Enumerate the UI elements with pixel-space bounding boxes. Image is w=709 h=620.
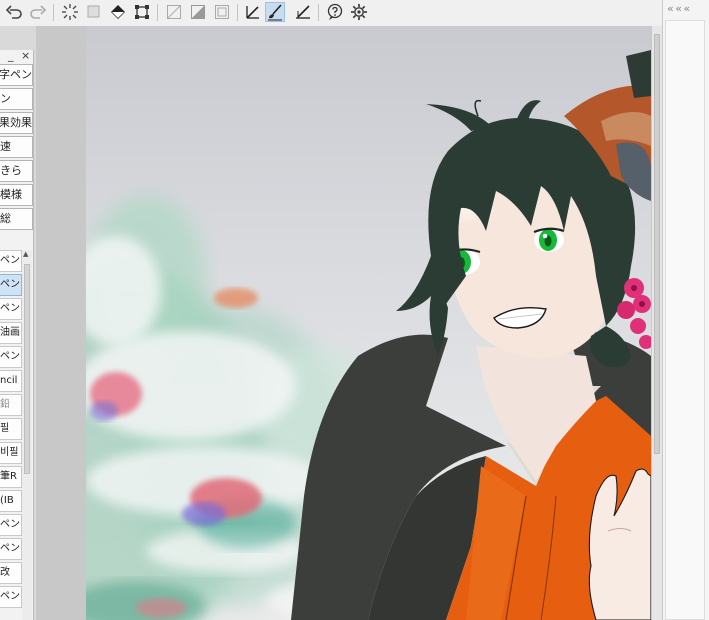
help-button[interactable] xyxy=(325,2,345,22)
bucket-icon xyxy=(111,5,125,19)
pen-icon xyxy=(246,6,259,19)
sub-tool-item[interactable]: ペン xyxy=(0,346,22,368)
ruler-1-button[interactable] xyxy=(164,2,184,22)
canvas-area[interactable] xyxy=(36,26,662,620)
artwork-canvas[interactable] xyxy=(86,26,651,620)
sub-tool-group-list: 字ペンン果効果速きら 模様総 xyxy=(0,64,33,232)
ruler-icon xyxy=(167,5,181,19)
sub-tool-list: ペン ペン ペン 油画 ペン ncil 鉛 필 비필 筆R IB) ペン ペン改ペン xyxy=(0,250,22,610)
pen-2-button[interactable] xyxy=(265,2,285,22)
sub-tool-item[interactable]: ペン xyxy=(0,586,22,608)
settings-button[interactable] xyxy=(349,2,369,22)
scroll-up-icon[interactable]: ▲ xyxy=(23,250,28,258)
gradient-icon xyxy=(191,5,205,19)
expand-dock-icon[interactable]: « « « xyxy=(667,2,690,15)
transform-button[interactable] xyxy=(132,2,152,22)
ruler-2-button[interactable] xyxy=(188,2,208,22)
select-all-button[interactable] xyxy=(84,2,104,22)
redo-icon xyxy=(30,5,47,19)
toolbar-separator xyxy=(157,4,158,21)
transform-icon xyxy=(135,5,149,19)
sub-tool-group-item[interactable]: 果効果 xyxy=(0,112,33,134)
palette-header: _ × xyxy=(0,49,33,63)
sub-tool-item[interactable]: IB) xyxy=(0,490,22,512)
sub-tool-item[interactable]: ncil xyxy=(0,370,22,392)
toolbar-separator xyxy=(237,4,238,21)
canvas-vertical-scrollbar[interactable] xyxy=(652,26,662,620)
selection-icon xyxy=(87,5,100,18)
sub-tool-item[interactable]: 油画 xyxy=(0,322,22,344)
help-icon xyxy=(327,3,343,20)
pen-3-button[interactable] xyxy=(293,2,313,22)
sparkle-icon xyxy=(62,4,78,20)
scroll-thumb[interactable] xyxy=(24,264,30,474)
sub-tool-item[interactable]: 改 xyxy=(0,562,22,584)
toolbar-separator xyxy=(53,4,54,21)
sub-tool-group-item[interactable]: 模様 xyxy=(0,184,33,206)
undo-button[interactable] xyxy=(4,2,24,22)
canvas-scroll-thumb[interactable] xyxy=(654,34,660,454)
sub-tool-palette: _ × 字ペンン果効果速きら 模様総 ペン ペン ペン 油画 ペン ncil 鉛 필 비필 筆R IB… xyxy=(0,49,34,620)
frame-icon xyxy=(215,5,229,19)
sub-tool-scrollbar[interactable]: ▲ xyxy=(22,250,32,620)
sub-tool-item[interactable]: ペン xyxy=(0,538,22,560)
clear-selection-button[interactable] xyxy=(60,2,80,22)
sub-tool-item[interactable]: 鉛 xyxy=(0,394,22,416)
sub-tool-group-item[interactable]: 総 xyxy=(0,208,33,230)
sub-tool-item[interactable]: 필 xyxy=(0,418,22,440)
collapsed-panel[interactable] xyxy=(665,20,705,620)
sub-tool-group-item[interactable]: 速 xyxy=(0,136,33,158)
sub-tool-item[interactable]: ペン xyxy=(0,274,22,296)
pen-1-button[interactable] xyxy=(243,2,263,22)
redo-button[interactable] xyxy=(28,2,48,22)
brush-icon xyxy=(268,4,282,21)
sub-tool-group-item[interactable]: ン xyxy=(0,88,33,110)
close-icon[interactable]: × xyxy=(21,49,30,62)
ruler-3-button[interactable] xyxy=(212,2,232,22)
command-bar xyxy=(0,0,662,27)
sub-tool-item[interactable]: 비필 xyxy=(0,442,22,464)
right-dock: « « « xyxy=(662,0,709,620)
sub-tool-group-item[interactable]: 字ペン xyxy=(0,64,33,86)
sub-tool-item[interactable]: ペン xyxy=(0,298,22,320)
sub-tool-item[interactable]: ペン xyxy=(0,250,22,272)
gear-icon xyxy=(351,4,367,20)
fill-button[interactable] xyxy=(108,2,128,22)
toolbar-separator xyxy=(318,4,319,21)
pen-ruler-icon xyxy=(296,5,310,19)
minimize-icon[interactable]: _ xyxy=(8,49,14,62)
illustration xyxy=(86,50,651,620)
undo-icon xyxy=(5,5,22,19)
sub-tool-item[interactable]: ペン xyxy=(0,514,22,536)
sub-tool-group-item[interactable]: きら xyxy=(0,160,33,182)
sub-tool-item[interactable]: 筆R xyxy=(0,466,22,488)
